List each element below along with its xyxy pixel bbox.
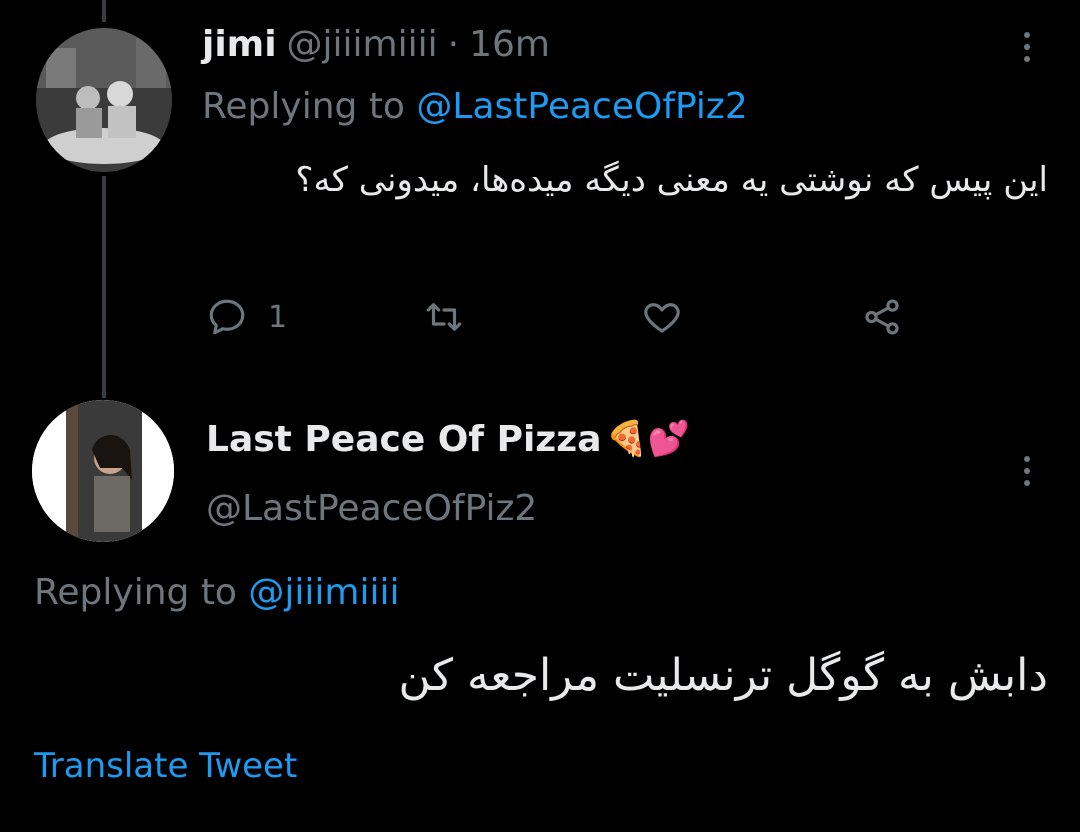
replying-mention[interactable]: @LastPeaceOfPiz2 <box>416 86 747 127</box>
avatar-photo <box>32 400 174 542</box>
tweet-text: این پیس که نوشتی یه معنی دیگه میده‌ها، م… <box>295 160 1048 200</box>
reply-count: 1 <box>268 299 288 335</box>
tweet-lastpeace[interactable]: Last Peace Of Pizza 🍕💕 @LastPeaceOfPiz2 … <box>0 396 1080 832</box>
display-name[interactable]: Last Peace Of Pizza <box>206 419 602 460</box>
timestamp[interactable]: 16m <box>469 24 550 65</box>
tweet-header: Last Peace Of Pizza 🍕💕 <box>206 414 690 464</box>
more-options-icon[interactable] <box>1020 456 1034 486</box>
avatar-photo <box>36 28 172 172</box>
more-options-icon[interactable] <box>1020 32 1034 62</box>
replying-label: Replying to <box>34 572 237 613</box>
like-action[interactable] <box>640 296 684 338</box>
name-emojis: 🍕💕 <box>605 419 691 459</box>
retweet-icon <box>426 303 462 331</box>
translate-tweet-link[interactable]: Translate Tweet <box>34 746 297 786</box>
retweet-action[interactable] <box>422 296 466 338</box>
tweet-text: دابش به گوگل ترنسلیت مراجعه کن <box>398 650 1048 701</box>
user-handle[interactable]: @LastPeaceOfPiz2 <box>206 488 537 529</box>
replying-to: Replying to @jiiimiiii <box>34 572 400 613</box>
reply-action[interactable]: 1 <box>206 296 287 338</box>
replying-to: Replying to @LastPeaceOfPiz2 <box>202 86 748 127</box>
share-action[interactable] <box>860 296 904 338</box>
separator-dot: · <box>447 24 460 65</box>
tweet-jimi[interactable]: jimi @jiiimiiii · 16m Replying to @LastP… <box>0 0 1080 380</box>
avatar-jimi[interactable] <box>36 28 172 172</box>
reply-icon <box>209 299 245 335</box>
user-handle[interactable]: @jiiimiiii <box>287 24 438 65</box>
like-icon <box>644 303 680 333</box>
avatar-lastpeace[interactable] <box>32 400 174 542</box>
replying-mention[interactable]: @jiiimiiii <box>248 572 399 613</box>
tweet-header: jimi @jiiimiiii · 16m <box>202 24 550 74</box>
replying-label: Replying to <box>202 86 405 127</box>
display-name[interactable]: jimi <box>202 24 277 65</box>
share-icon <box>865 299 899 335</box>
